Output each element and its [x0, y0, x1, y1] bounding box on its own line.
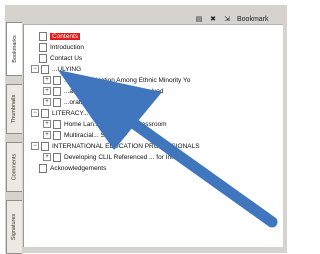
- pointer-arrow-icon: [58, 70, 278, 228]
